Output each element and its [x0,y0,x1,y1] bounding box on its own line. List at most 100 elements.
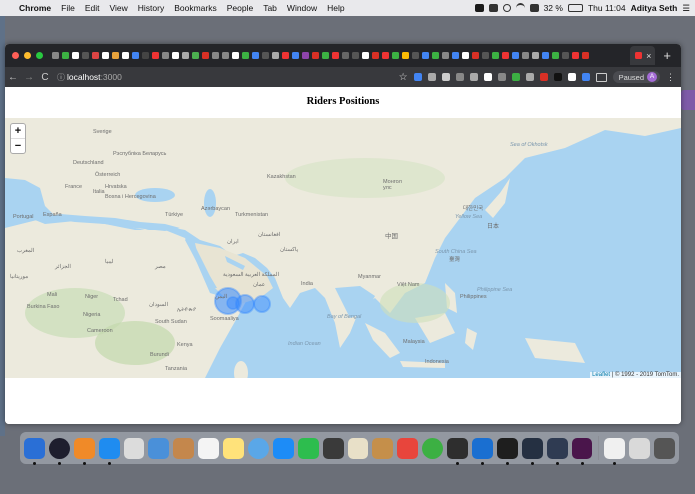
dock-app-icon[interactable] [173,437,195,459]
tab-favicon[interactable] [542,52,549,59]
tab-favicon[interactable] [72,52,79,59]
dock-app-icon[interactable] [272,437,294,459]
tab-favicon[interactable] [102,52,109,59]
dock-app-icon[interactable] [654,437,676,459]
tab-favicon[interactable] [112,52,119,59]
menubar-user[interactable]: Aditya Seth [631,3,678,13]
dock-app-icon[interactable] [248,437,269,459]
extension-icon[interactable] [581,73,590,81]
tab-favicon[interactable] [362,52,369,59]
tab-favicon[interactable] [192,52,199,59]
riders-map[interactable]: Kazakhstan Монгол улс Türkiye Turkmenista… [5,118,681,378]
notification-center-icon[interactable]: ☰ [682,3,690,14]
dropbox-icon[interactable] [474,4,484,12]
tab-favicon[interactable] [312,52,319,59]
tab-favicon[interactable] [302,52,309,59]
wifi-icon[interactable] [515,3,525,13]
extension-icon[interactable] [455,73,464,81]
tab-favicon[interactable] [472,52,479,59]
back-button[interactable]: ← [5,72,21,83]
tab-favicon[interactable] [182,52,189,59]
search-icon[interactable] [502,4,511,12]
bookmark-star-icon[interactable]: ☆ [399,72,408,83]
tab-favicon[interactable] [202,52,209,59]
tab-favicon[interactable] [582,52,589,59]
new-tab-button[interactable]: + [663,48,671,63]
reload-button[interactable]: C [37,72,53,83]
tab-favicon[interactable] [82,52,89,59]
menu-view[interactable]: View [104,3,132,13]
tab-favicon[interactable] [552,52,559,59]
dock-app-icon[interactable] [422,437,444,459]
tab-favicon[interactable] [332,52,339,59]
menu-history[interactable]: History [133,3,169,13]
cloud-icon[interactable] [488,4,498,12]
extension-icon[interactable] [441,73,450,81]
menu-app-chrome[interactable]: Chrome [14,3,56,13]
chrome-menu-icon[interactable]: ⋮ [666,72,675,83]
tab-favicon[interactable] [422,52,429,59]
tab-favicon[interactable] [152,52,159,59]
tab-favicon[interactable] [452,52,459,59]
tab-favicon[interactable] [322,52,329,59]
extension-icon[interactable] [553,73,562,81]
menubar-clock[interactable]: Thu 11:04 [588,3,626,13]
tab-active[interactable]: × [630,46,656,65]
dock-app-icon[interactable] [472,437,493,465]
tab-favicon[interactable] [462,52,469,59]
extension-icon[interactable] [413,73,422,81]
battery-icon[interactable] [567,4,583,12]
tab-favicon[interactable] [242,52,249,59]
tab-favicon[interactable] [272,52,279,59]
dock-app-icon[interactable] [496,437,518,465]
extension-icon[interactable] [497,73,506,81]
forward-button[interactable]: → [21,72,37,83]
address-bar[interactable]: ⓘ localhost:3000 [57,70,341,84]
tab-favicon[interactable] [392,52,399,59]
tab-favicon[interactable] [432,52,439,59]
tab-favicon[interactable] [92,52,99,59]
tab-favicon[interactable] [342,52,349,59]
menu-help[interactable]: Help [322,3,349,13]
dock-app-icon[interactable] [98,437,120,465]
dock-app-icon[interactable] [629,437,651,459]
close-window-button[interactable] [12,52,19,59]
dock-app-icon[interactable] [521,437,543,465]
dock-app-icon[interactable] [397,437,419,459]
tab-favicon[interactable] [292,52,299,59]
tab-favicon[interactable] [382,52,389,59]
tab-favicon[interactable] [252,52,259,59]
dock-app-icon[interactable] [223,437,245,459]
zoom-out-button[interactable]: − [11,139,25,153]
tab-favicon[interactable] [122,52,129,59]
cast-icon[interactable] [595,72,607,82]
dock-app-icon[interactable] [123,437,145,459]
tab-favicon[interactable] [402,52,409,59]
tab-favicon[interactable] [412,52,419,59]
dock-app-icon[interactable] [198,437,220,459]
tab-favicon[interactable] [532,52,539,59]
tab-favicon[interactable] [52,52,59,59]
tab-favicon[interactable] [62,52,69,59]
menu-file[interactable]: File [56,3,80,13]
zoom-window-button[interactable] [36,52,43,59]
extension-icon[interactable] [511,73,520,81]
tab-favicon[interactable] [222,52,229,59]
tab-favicon[interactable] [262,52,269,59]
dock-app-icon[interactable] [347,437,369,459]
tab-favicon[interactable] [492,52,499,59]
dock-app-icon[interactable] [546,437,568,465]
tab-favicon[interactable] [512,52,519,59]
extension-icon[interactable] [483,73,492,81]
tab-favicon[interactable] [132,52,139,59]
tab-close-icon[interactable]: × [646,51,651,61]
menu-edit[interactable]: Edit [80,3,105,13]
extension-icon[interactable] [567,73,576,81]
tab-favicon[interactable] [372,52,379,59]
tab-favicon[interactable] [572,52,579,59]
menu-people[interactable]: People [222,3,258,13]
dock-app-icon[interactable] [447,437,469,465]
tab-favicon[interactable] [282,52,289,59]
dock-app-icon[interactable] [24,437,45,465]
extension-icon[interactable] [539,73,548,81]
